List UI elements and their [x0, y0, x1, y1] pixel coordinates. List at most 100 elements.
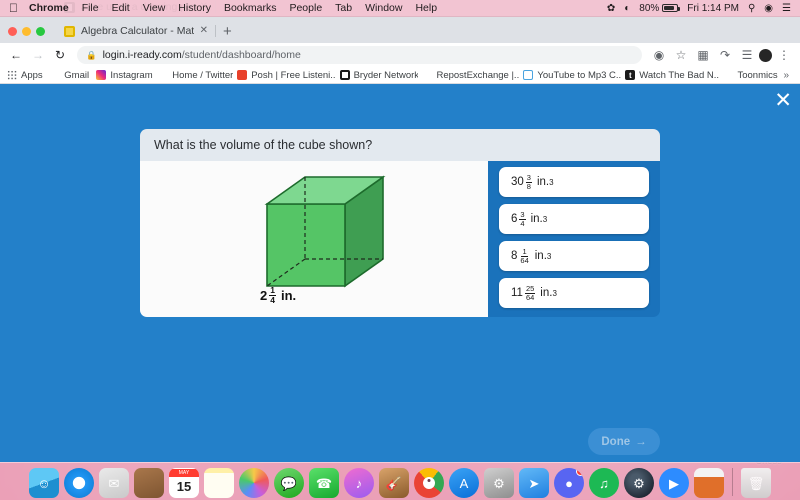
bookmark-label: YouTube to Mp3 C... — [537, 69, 622, 81]
dock-divider — [732, 468, 733, 496]
tab-title: Algebra Calculator - MathPapa — [81, 25, 194, 37]
dock-icon-mail[interactable]: ✉ — [99, 468, 129, 498]
dock-icon-blue-app[interactable]: ➤ — [519, 468, 549, 498]
menu-item-history[interactable]: History — [178, 2, 211, 14]
dock-icon-system-preferences[interactable]: ⚙ — [484, 468, 514, 498]
wifi-icon[interactable]: ◐ — [624, 3, 630, 14]
bookmark-label: Gmail — [64, 69, 90, 81]
dock-icon-spotify[interactable]: ♫ — [589, 468, 619, 498]
dock-icon-safari[interactable] — [64, 468, 94, 498]
dock-icon-itunes[interactable]: ♪ — [344, 468, 374, 498]
dock-icon-calculator[interactable] — [694, 468, 724, 498]
edge-unit-label: in. — [280, 287, 297, 303]
bookmark-item[interactable]: M Gmail — [50, 70, 92, 81]
close-window-button[interactable] — [8, 27, 17, 36]
forward-arrow-icon[interactable]: → — [28, 45, 48, 65]
menu-item-window[interactable]: Window — [365, 2, 402, 14]
cookie-blocked-icon[interactable]: ◉ — [649, 45, 669, 65]
reload-icon[interactable]: ↻ — [50, 45, 70, 65]
menu-item-tab[interactable]: Tab — [335, 2, 352, 14]
new-tab-button[interactable]: + — [215, 24, 240, 43]
siri-icon[interactable]: ◉ — [764, 3, 773, 14]
menu-item-edit[interactable]: Edit — [112, 2, 130, 14]
spotlight-search-icon[interactable]: ⚲ — [748, 3, 755, 14]
dock-icon-trash[interactable]: 🗑 — [741, 468, 771, 498]
youtube-mp3-icon: ↓ — [523, 70, 534, 80]
bookmark-item[interactable]: Z Toonmics — [723, 70, 779, 81]
dock-icon-garageband[interactable]: 🎸 — [379, 468, 409, 498]
answer-choice[interactable]: 6 3 4 in. 3 — [499, 204, 649, 234]
menu-item-help[interactable]: Help — [415, 2, 437, 14]
dock-icon-notes[interactable] — [204, 468, 234, 498]
answer-choice[interactable]: 8 1 64 in. 3 — [499, 241, 649, 271]
answer-fraction-denominator: 8 — [526, 181, 531, 191]
dock-icon-discord[interactable]: ● — [554, 468, 584, 498]
profile-avatar[interactable] — [759, 48, 772, 62]
extension-share-icon[interactable]: ↷ — [715, 45, 735, 65]
dock-glyph: ⚙ — [493, 475, 505, 491]
dock-icon-zoom[interactable]: ▶ — [659, 468, 689, 498]
mathpapa-icon — [64, 25, 75, 37]
control-center-icon[interactable]: ☰ — [782, 3, 791, 14]
apple-menu-icon[interactable]:  — [9, 2, 18, 14]
window-controls — [8, 27, 55, 43]
lock-icon: 🔒 — [86, 49, 97, 60]
dock-glyph: A — [459, 475, 469, 491]
dropbox-icon[interactable]: ✿ — [607, 3, 615, 14]
question-text: What is the volume of the cube shown? — [140, 129, 660, 161]
bookmark-item[interactable]: Posh | Free Listeni... — [237, 70, 336, 81]
menu-item-view[interactable]: View — [143, 2, 166, 14]
menu-bar-clock[interactable]: Fri 1:14 PM — [687, 3, 739, 14]
answer-fraction: 38 — [525, 173, 532, 191]
bookmarks-overflow-icon[interactable]: » — [783, 70, 793, 81]
battery-status[interactable]: 80% — [639, 3, 681, 14]
bookmark-item[interactable]: t Watch The Bad N... — [625, 70, 719, 81]
bryder-icon — [339, 70, 350, 80]
answer-fraction: 25 64 — [524, 284, 536, 302]
tab-close-icon[interactable]: ✕ — [200, 26, 208, 36]
answer-fraction: 1 64 — [519, 247, 529, 265]
answer-choice[interactable]: 11 25 64 in. 3 — [499, 278, 649, 308]
dock-icon-steam[interactable]: ⚙ — [624, 468, 654, 498]
dock-icon-chrome[interactable] — [414, 468, 444, 498]
menu-item-people[interactable]: People — [289, 2, 322, 14]
dock-icon-app-store[interactable]: A — [449, 468, 479, 498]
bookmark-item[interactable]: Bryder Network — [339, 70, 418, 81]
close-icon[interactable]: ✕ — [774, 90, 792, 111]
answer-whole-number: 30 — [511, 176, 524, 188]
bookmark-star-icon[interactable]: ☆ — [671, 45, 691, 65]
minimize-window-button[interactable] — [22, 27, 31, 36]
three-dot-menu-icon[interactable]: ⋮ — [774, 45, 794, 65]
bookmark-item[interactable]: ↓ YouTube to Mp3 C... — [523, 70, 621, 81]
repostexchange-icon: R — [422, 70, 433, 80]
toonmics-icon: Z — [723, 70, 734, 80]
answer-fraction-denominator: 4 — [520, 218, 525, 228]
dock-icon-finder[interactable]: ☺ — [29, 468, 59, 498]
bookmark-label: Watch The Bad N... — [639, 69, 720, 81]
extension-icon[interactable]: ▦ — [693, 45, 713, 65]
browser-toolbar: ← → ↻ 🔒 login.i-ready.com/student/dashbo… — [0, 43, 800, 67]
answer-exponent: 3 — [549, 177, 554, 187]
dock-icon-facetime[interactable]: ☎ — [309, 468, 339, 498]
menu-item-chrome[interactable]: Chrome — [29, 2, 69, 14]
dock-icon-contacts[interactable] — [134, 468, 164, 498]
address-bar[interactable]: 🔒 login.i-ready.com/student/dashboard/ho… — [77, 46, 642, 64]
menu-item-file[interactable]: File — [82, 2, 99, 14]
instagram-icon — [96, 70, 107, 80]
done-button[interactable]: Done → — [588, 428, 660, 455]
apps-grid-icon — [7, 70, 17, 80]
bookmark-item[interactable]: t Home / Twitter — [158, 70, 233, 81]
bookmark-item[interactable]: Instagram — [96, 70, 154, 81]
dock-icon-photos[interactable] — [239, 468, 269, 498]
maximize-window-button[interactable] — [36, 27, 45, 36]
media-playlist-icon[interactable]: ☰ — [737, 45, 757, 65]
bookmark-item[interactable]: Apps — [7, 70, 46, 81]
answer-choice[interactable]: 30 3 8 in. 3 — [499, 167, 649, 197]
back-arrow-icon[interactable]: ← — [6, 45, 26, 65]
dock-icon-calendar[interactable]: MAY 15 — [169, 468, 199, 498]
bookmark-item[interactable]: R RepostExchange |... — [422, 70, 519, 81]
answer-unit: in. — [530, 213, 543, 225]
dock-icon-messages[interactable]: 💬 — [274, 468, 304, 498]
browser-tab[interactable]: Algebra Calculator - MathPapa ✕ — [55, 19, 216, 43]
menu-item-bookmarks[interactable]: Bookmarks — [224, 2, 277, 14]
